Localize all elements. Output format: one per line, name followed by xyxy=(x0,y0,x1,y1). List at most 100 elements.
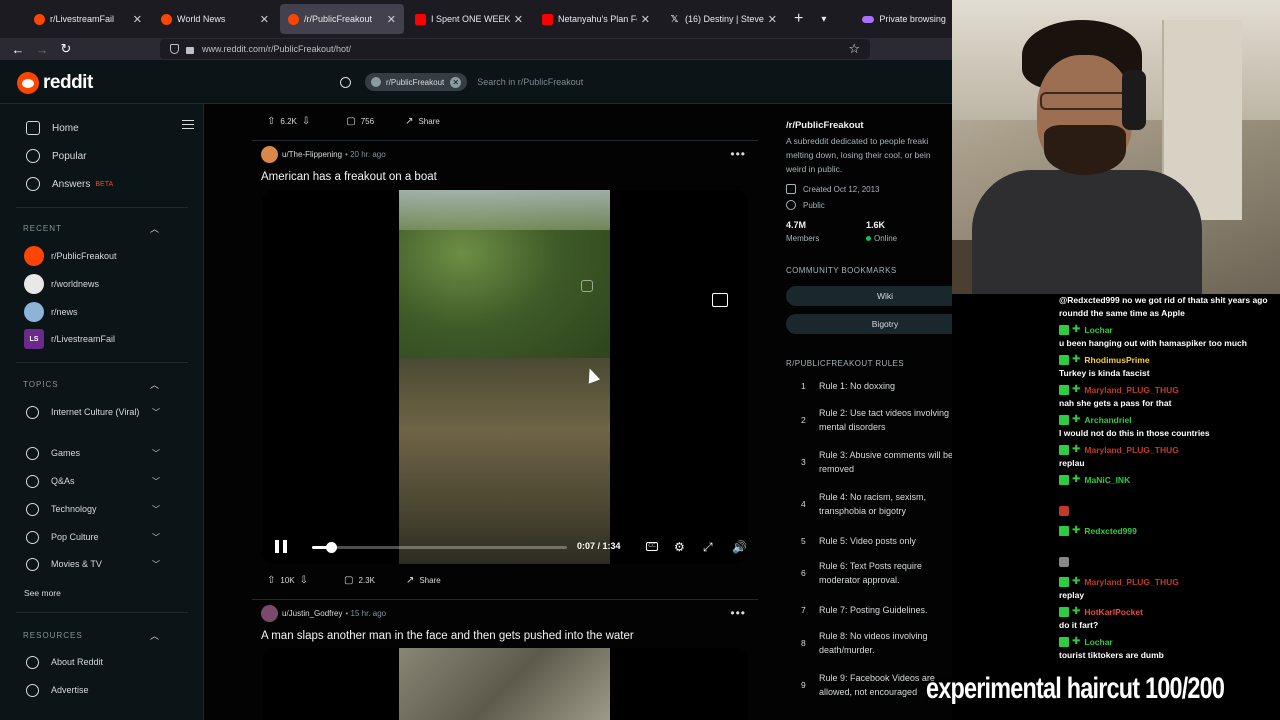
rule-3[interactable]: 3 Rule 3: Abusive comments will be remove… xyxy=(786,448,952,476)
nav-home[interactable]: Home xyxy=(26,121,79,135)
chevron-up-icon[interactable]: ︿ xyxy=(150,629,159,642)
topic-technology[interactable]: Technology ﹀ xyxy=(26,503,160,516)
post-author[interactable]: u/The-Flippening xyxy=(282,150,342,159)
share-button[interactable]: ↗ Share xyxy=(401,575,441,586)
chat-username[interactable]: Maryland_PLUG_THUG xyxy=(1084,577,1178,587)
subscriber-badge-icon xyxy=(1059,384,1069,395)
topics-heading: TOPICS xyxy=(23,380,59,389)
seek-bar[interactable] xyxy=(312,542,567,553)
chat-username[interactable]: MaNiC_INK xyxy=(1084,475,1130,485)
post-title[interactable]: A man slaps another man in the face and … xyxy=(261,630,634,642)
topic-qas[interactable]: Q&As ﹀ xyxy=(26,475,160,488)
chevron-up-icon[interactable]: ︿ xyxy=(150,222,159,235)
downvote-icon[interactable]: ⇩ xyxy=(300,575,308,586)
lock-icon[interactable] xyxy=(186,46,194,54)
close-tab-icon[interactable]: ✕ xyxy=(641,13,650,26)
topic-games[interactable]: Games ﹀ xyxy=(26,447,160,460)
recent-item-publicfreakout[interactable]: r/PublicFreakout xyxy=(24,246,117,266)
captions-icon[interactable]: CC xyxy=(646,542,658,551)
tab-list-chevron-icon[interactable]: ▾ xyxy=(821,14,826,25)
reddit-logo[interactable]: reddit xyxy=(17,72,93,94)
reload-icon[interactable]: ↻ xyxy=(54,41,78,57)
avatar[interactable] xyxy=(261,146,278,163)
upvote-icon[interactable]: ⇧ xyxy=(267,116,275,127)
forward-arrow-icon[interactable]: → xyxy=(30,42,54,57)
seek-handle[interactable] xyxy=(326,542,338,553)
search-scope-chip[interactable]: r/PublicFreakout ✕ xyxy=(365,73,468,91)
video-player[interactable]: 0:07 / 1:34 CC ⚙ ⤢ 🔊 xyxy=(262,190,748,564)
divider xyxy=(252,140,758,141)
fullscreen-icon[interactable]: ⤢ xyxy=(703,540,713,555)
share-button[interactable]: ↗ Share xyxy=(400,116,440,127)
topic-internet-culture[interactable]: Internet Culture (Viral) ﹀ xyxy=(26,406,160,419)
rule-4[interactable]: 4 Rule 4: No racism, sexism, transphobia … xyxy=(786,490,952,518)
recent-item-news[interactable]: r/news xyxy=(24,302,78,322)
chat-username[interactable]: Maryland_PLUG_THUG xyxy=(1084,445,1178,455)
downvote-icon[interactable]: ⇩ xyxy=(302,116,310,127)
chat-username[interactable]: Lochar xyxy=(1084,637,1112,647)
tab-youtube-1[interactable]: I Spent ONE WEEK Wat ✕ xyxy=(407,4,531,34)
tracking-shield-icon[interactable] xyxy=(170,44,179,54)
resource-about-reddit[interactable]: About Reddit xyxy=(26,656,160,669)
avatar[interactable] xyxy=(261,605,278,622)
upvote-icon[interactable]: ⇧ xyxy=(267,575,275,586)
recent-item-livestreamfail[interactable]: LS r/LivestreamFail xyxy=(24,329,115,349)
recent-item-worldnews[interactable]: r/worldnews xyxy=(24,274,99,294)
chat-username[interactable]: Lochar xyxy=(1084,325,1112,335)
tab-publicfreakout[interactable]: /r/PublicFreakout ✕ xyxy=(280,4,404,34)
close-tab-icon[interactable]: ✕ xyxy=(387,13,396,26)
expand-icon[interactable] xyxy=(712,293,728,307)
chat-username[interactable]: Maryland_PLUG_THUG xyxy=(1084,385,1178,395)
community-name[interactable]: /r/PublicFreakout xyxy=(786,120,864,131)
search-input[interactable]: Search in r/PublicFreakout xyxy=(477,77,583,87)
chat-user-line: ✚ Redxcted999 xyxy=(1059,525,1280,536)
video-player[interactable] xyxy=(262,648,748,720)
bookmark-wiki[interactable]: Wiki xyxy=(786,286,952,306)
rule-7[interactable]: 7Rule 7: Posting Guidelines.﹀ xyxy=(786,603,952,617)
chat-username[interactable]: RhodimusPrime xyxy=(1084,355,1149,365)
search-bar[interactable]: r/PublicFreakout ✕ Search in r/PublicFrea… xyxy=(340,71,700,93)
nav-popular[interactable]: Popular xyxy=(26,149,86,163)
chevron-up-icon[interactable]: ︿ xyxy=(150,378,159,391)
rule-2[interactable]: 2 Rule 2: Use tact videos involving menta… xyxy=(786,406,952,434)
rule-8[interactable]: 8 Rule 8: No videos involving death/murde… xyxy=(786,629,952,657)
clear-scope-icon[interactable]: ✕ xyxy=(450,76,462,88)
chat-username[interactable]: Redxcted999 xyxy=(1084,526,1136,536)
volume-icon[interactable]: 🔊 xyxy=(732,540,747,554)
pause-icon[interactable] xyxy=(275,540,287,553)
bookmark-bigotry[interactable]: Bigotry xyxy=(786,314,952,334)
comments-button[interactable]: ▢ 756 xyxy=(341,116,374,127)
back-arrow-icon[interactable]: ← xyxy=(6,42,30,57)
plus-badge-icon: ✚ xyxy=(1072,525,1081,536)
settings-gear-icon[interactable]: ⚙ xyxy=(674,540,685,554)
close-tab-icon[interactable]: ✕ xyxy=(514,13,523,26)
topic-movies-tv[interactable]: Movies & TV ﹀ xyxy=(26,558,160,571)
nav-answers[interactable]: Answers BETA xyxy=(26,177,113,191)
chat-username[interactable]: HotKarlPocket xyxy=(1084,607,1143,617)
address-bar[interactable]: www.reddit.com/r/PublicFreakout/hot/ ☆ xyxy=(160,39,870,59)
rule-6[interactable]: 6 Rule 6: Text Posts require moderator ap… xyxy=(786,559,952,587)
post-title[interactable]: American has a freakout on a boat xyxy=(261,171,437,183)
tab-x-destiny[interactable]: 𝕏 (16) Destiny | Steven Bo ✕ xyxy=(661,4,785,34)
chat-username[interactable]: Archandriel xyxy=(1084,415,1131,425)
resource-advertise[interactable]: Advertise xyxy=(26,684,160,697)
more-options-icon[interactable]: ••• xyxy=(730,147,746,161)
rule-5[interactable]: 5Rule 5: Video posts only﹀ xyxy=(786,534,952,548)
close-tab-icon[interactable]: ✕ xyxy=(768,13,777,26)
url-text[interactable]: www.reddit.com/r/PublicFreakout/hot/ xyxy=(202,44,351,54)
see-more-link[interactable]: See more xyxy=(24,588,61,598)
subscriber-badge-icon xyxy=(1059,576,1069,587)
collapse-menu-icon[interactable] xyxy=(182,120,194,129)
close-tab-icon[interactable]: ✕ xyxy=(260,13,269,26)
rule-1[interactable]: 1Rule 1: No doxxing﹀ xyxy=(786,379,952,393)
bookmark-star-icon[interactable]: ☆ xyxy=(848,41,860,57)
post-author[interactable]: u/Justin_Godfrey xyxy=(282,609,342,618)
topic-pop-culture[interactable]: Pop Culture ﹀ xyxy=(26,531,160,544)
tab-livestreamfail[interactable]: r/LivestreamFail ✕ xyxy=(26,4,150,34)
more-options-icon[interactable]: ••• xyxy=(730,606,746,620)
new-tab-icon[interactable]: + xyxy=(794,10,803,28)
tab-world-news[interactable]: World News ✕ xyxy=(153,4,277,34)
close-tab-icon[interactable]: ✕ xyxy=(133,13,142,26)
comments-button[interactable]: ▢ 2.3K xyxy=(339,575,375,586)
tab-youtube-2[interactable]: Netanyahu's Plan For G ✕ xyxy=(534,4,658,34)
